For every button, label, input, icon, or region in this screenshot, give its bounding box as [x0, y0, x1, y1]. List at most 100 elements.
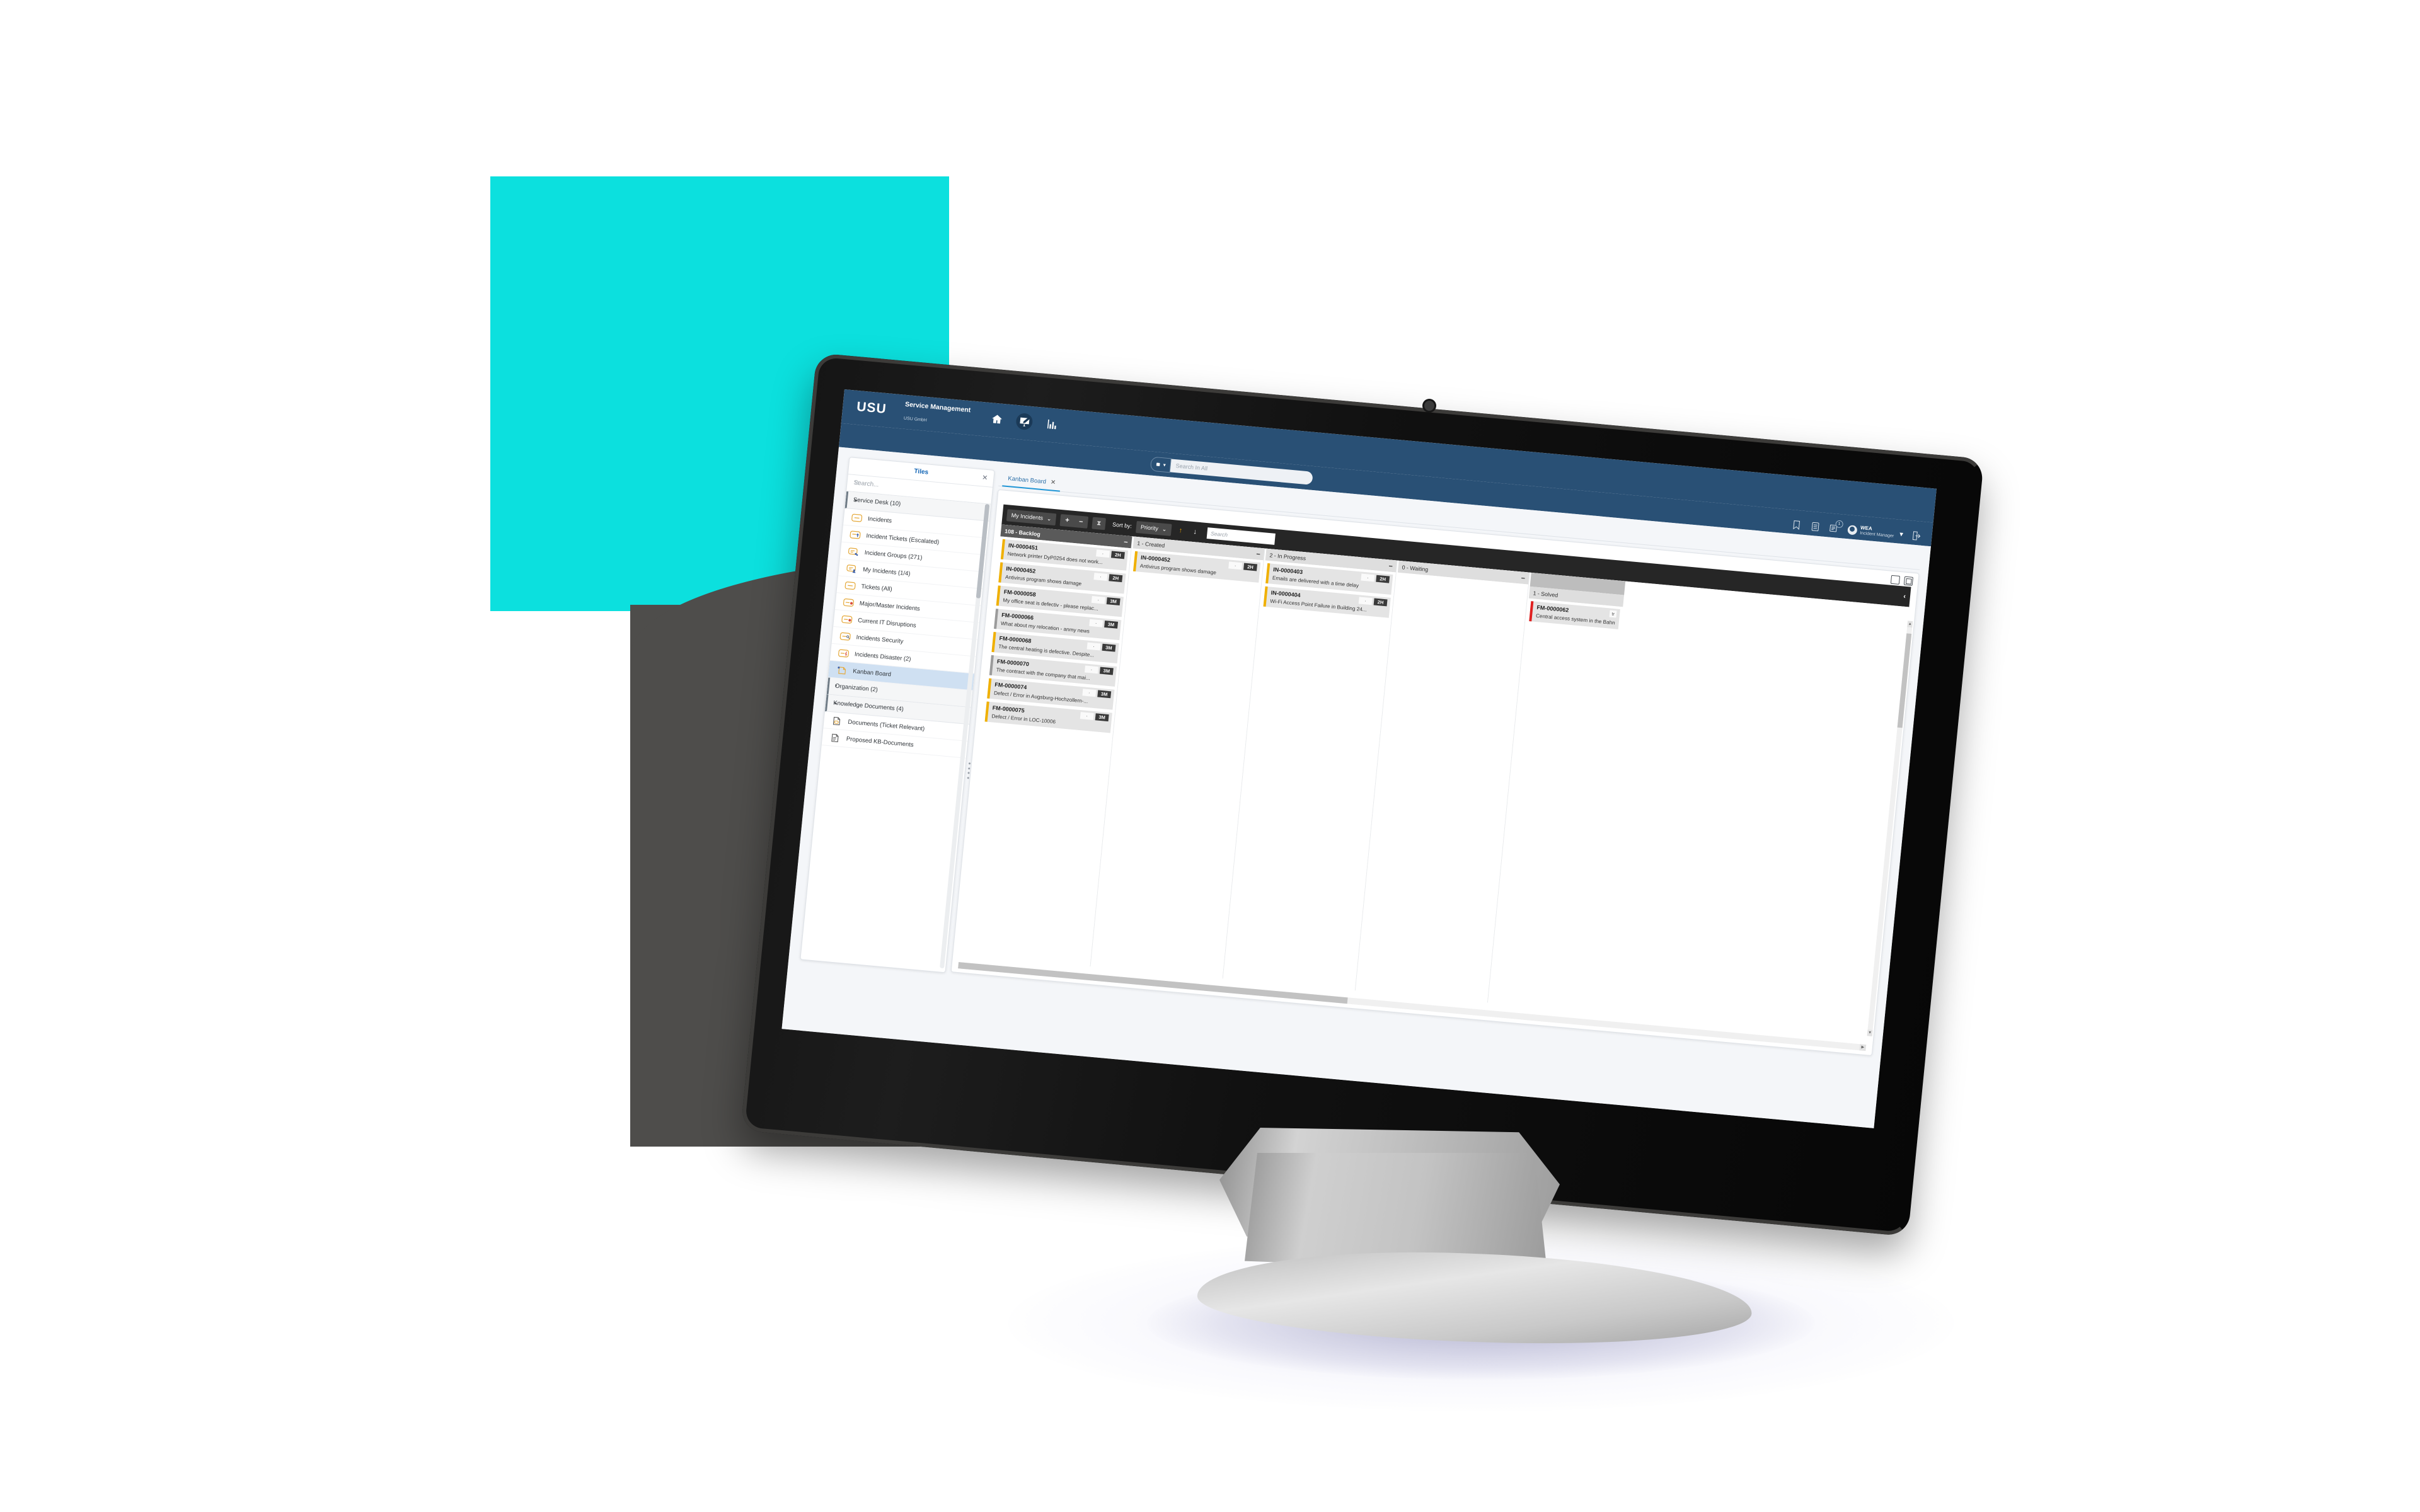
sidebar-item-label: Documents (Ticket Relevant): [847, 718, 925, 733]
company-name: USU GmbH: [903, 416, 928, 423]
card-time-badge: 2H: [1373, 598, 1388, 607]
monitor: USU Service Management USU GmbH ▾ Search…: [0, 0, 2420, 1512]
app-body: Tiles ✕ Search... ✕ Service Desk (10) ⌄: [781, 447, 1931, 1128]
ticket-escalated-icon: [850, 530, 861, 539]
minimize-icon[interactable]: –: [1256, 550, 1260, 558]
reports-icon[interactable]: [1043, 415, 1061, 433]
card-dot-badge: ·: [1086, 642, 1101, 651]
card-badges: · 3M: [1082, 689, 1112, 699]
card-dot-badge: ·: [1084, 665, 1098, 674]
minimize-icon[interactable]: –: [1521, 574, 1525, 581]
sidebar-item-label: Incident Tickets (Escalated): [865, 532, 940, 546]
sidebar-item-label: Kanban Board: [852, 667, 892, 679]
add-button[interactable]: +: [1060, 513, 1075, 527]
sort-select[interactable]: Priority ⌄: [1136, 520, 1172, 536]
card-time-badge: 3M: [1099, 667, 1114, 675]
card-time-badge: 2H: [1243, 563, 1258, 571]
sort-select-label: Priority: [1140, 524, 1159, 532]
scene: USU Service Management USU GmbH ▾ Search…: [0, 0, 2420, 1512]
sidebar-item-label: Incident Groups (271): [864, 549, 923, 561]
ticket-major-icon: [841, 615, 853, 624]
card-dot-badge: ·: [1080, 712, 1094, 720]
avatar: [1847, 524, 1858, 536]
sort-by-label: Sort by:: [1112, 521, 1132, 530]
minimize-icon[interactable]: –: [1124, 538, 1128, 546]
nav-icon-group: [988, 410, 1061, 433]
card-dot-badge: ·: [1082, 689, 1097, 697]
sidebar-item-label: Proposed KB-Documents: [846, 735, 914, 748]
sidebar-item-label: Major/Master Incidents: [859, 600, 921, 612]
chevron-down-icon: ▾: [1899, 530, 1904, 538]
view-select-label: My Incidents: [1011, 512, 1044, 522]
card-badges: · 2H: [1228, 561, 1258, 571]
logout-icon[interactable]: [1911, 530, 1923, 541]
workspace-icon[interactable]: [1015, 412, 1034, 431]
home-icon[interactable]: [988, 410, 1005, 428]
close-icon[interactable]: ✕: [1050, 479, 1056, 486]
ticket-security-icon: [839, 631, 851, 641]
card-time-badge: 3M: [1106, 597, 1121, 605]
sort-descending-icon[interactable]: ↓: [1190, 528, 1201, 536]
refresh-icon[interactable]: ⧗: [1092, 517, 1107, 530]
card-badges: · 2H: [1358, 597, 1388, 607]
bookmark-icon[interactable]: [1790, 519, 1802, 530]
sidebar-item-label: Incidents Disaster (2): [854, 650, 912, 663]
scroll-down-icon[interactable]: ▼: [1867, 1029, 1873, 1036]
sort-ascending-icon[interactable]: ↑: [1175, 527, 1186, 535]
card-time-badge: 2H: [1376, 575, 1390, 583]
board-tools: [1890, 575, 1914, 586]
news-icon[interactable]: 1: [1828, 519, 1844, 534]
card-badges: · 3M: [1084, 665, 1114, 675]
ticket-user-icon: [846, 564, 858, 573]
column-title: 1 - Solved: [1533, 589, 1559, 598]
card-dot-badge: ·: [1361, 573, 1375, 582]
card-time-badge: 3M: [1097, 690, 1112, 699]
ticket-major-icon: [843, 598, 855, 607]
sidebar-item-label: Incidents: [867, 515, 892, 525]
notification-badge: 1: [1835, 519, 1844, 528]
card-dot-badge: ·: [1228, 561, 1243, 570]
tab-kanban-board[interactable]: Kanban Board ✕: [1002, 471, 1062, 492]
card-badges: · 3M: [1080, 712, 1109, 722]
card-badges: · 3M: [1091, 595, 1121, 605]
card-time-badge: 3M: [1095, 713, 1109, 722]
kanban-columns: 108 - Backlog – IN-0000451 · 2H Network …: [959, 524, 1910, 1038]
card-badges: · 2H: [1093, 573, 1123, 583]
chevron-down-icon: ⌄: [1161, 525, 1167, 532]
view-select[interactable]: My Incidents ⌄: [1006, 508, 1057, 525]
card-dot-badge: ·: [1096, 549, 1110, 558]
card-dot-badge: ·: [1358, 597, 1373, 605]
card-time-badge: 2H: [1109, 574, 1123, 583]
card-dot-badge: tr: [1609, 610, 1617, 618]
collapse-panel-icon[interactable]: ‹: [1903, 593, 1906, 600]
remove-button[interactable]: –: [1074, 515, 1089, 528]
sidebar-item-label: Current IT Disruptions: [857, 616, 917, 629]
ticket-disaster-icon: [838, 648, 850, 658]
search-scope-selector[interactable]: ▾: [1150, 456, 1172, 473]
kanban-card[interactable]: FM-0000062 tr Central access system in t…: [1529, 601, 1620, 629]
monitor-screen: USU Service Management USU GmbH ▾ Search…: [781, 389, 1937, 1128]
sidebar-item-label: Incidents Security: [856, 633, 904, 645]
duplicate-icon[interactable]: [1903, 576, 1914, 586]
tab-label: Kanban Board: [1007, 475, 1047, 486]
chevron-down-icon: ▾: [1163, 462, 1167, 468]
scroll-right-icon[interactable]: ▶: [1859, 1044, 1867, 1051]
card-time-badge: 3M: [1104, 620, 1119, 629]
scroll-up-icon[interactable]: ▲: [1907, 621, 1913, 628]
ticket-icon: [851, 513, 863, 522]
card-badges: · 3M: [1089, 619, 1119, 629]
card-dot-badge: ·: [1093, 573, 1108, 581]
sidebar-item-label: Tickets (All): [861, 583, 893, 593]
card-dot-badge: ·: [1089, 619, 1103, 627]
card-badges: · 3M: [1086, 642, 1116, 652]
card-badges: · 2H: [1096, 549, 1125, 559]
list-icon[interactable]: [1809, 520, 1821, 532]
maximize-icon[interactable]: [1890, 575, 1901, 585]
board-search-input[interactable]: Search: [1206, 527, 1276, 545]
chevron-down-icon: ⌄: [1046, 515, 1052, 522]
minimize-icon[interactable]: –: [1388, 562, 1393, 570]
column-title: 108 - Backlog: [1004, 527, 1041, 537]
close-icon[interactable]: ✕: [982, 473, 988, 482]
document-kb-icon: [829, 733, 841, 742]
application: USU Service Management USU GmbH ▾ Search…: [781, 389, 1937, 1128]
